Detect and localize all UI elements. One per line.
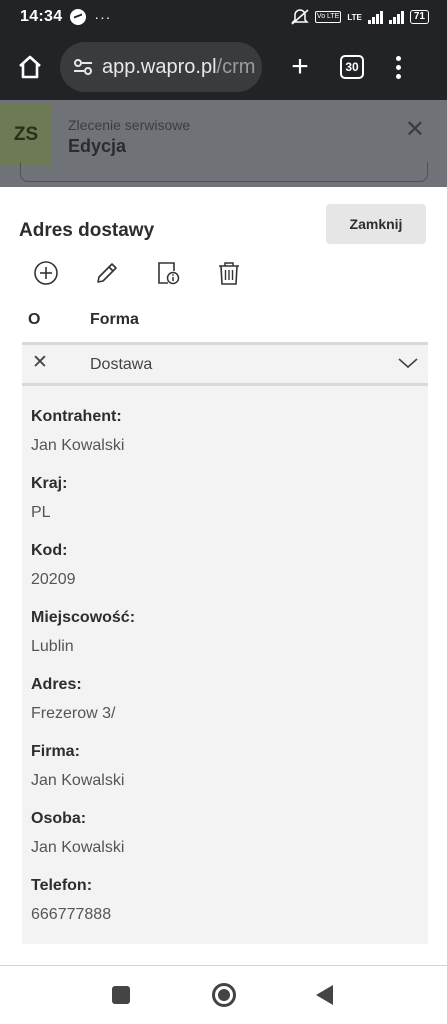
- delete-button[interactable]: [216, 259, 277, 287]
- signal-icon-2: [388, 10, 404, 24]
- field-label: Osoba:: [31, 810, 87, 827]
- close-button[interactable]: Zamknij: [326, 204, 426, 244]
- signal-icon-1: [367, 10, 383, 24]
- status-time: 14:34: [20, 8, 63, 25]
- status-more-dots: ···: [94, 9, 112, 25]
- row-details-panel: Kontrahent: Jan Kowalski Kraj: PL Kod: 2…: [22, 386, 428, 944]
- battery-icon: 71: [409, 10, 429, 24]
- add-button[interactable]: [33, 259, 94, 287]
- recents-button[interactable]: [112, 986, 130, 1004]
- field-label: Miejscowość:: [31, 609, 136, 626]
- background-field: [20, 162, 428, 182]
- field-label: Adres:: [31, 676, 82, 693]
- url-text: app.wapro.pl/crm: [102, 56, 255, 79]
- lte-label: LTE: [347, 12, 362, 22]
- details-button[interactable]: [155, 259, 216, 287]
- page-subtitle: Zlecenie serwisowe: [68, 117, 191, 133]
- field-telefon: Telefon: 666777888: [31, 877, 111, 924]
- avatar: ZS: [0, 104, 52, 166]
- field-label: Telefon:: [31, 877, 93, 894]
- home-button[interactable]: [10, 47, 50, 87]
- new-tab-button[interactable]: +: [282, 49, 318, 85]
- more-vert-icon[interactable]: [396, 55, 401, 79]
- volte-icon: Vo LTE: [314, 11, 342, 23]
- pencil-icon: [97, 263, 117, 283]
- field-value: Lublin: [31, 638, 74, 655]
- system-nav-bar: [0, 966, 447, 1024]
- remove-row-icon[interactable]: ✕: [32, 353, 48, 373]
- toolbar: [33, 259, 277, 287]
- table-row[interactable]: ✕ Dostawa: [22, 342, 428, 386]
- field-label: Kraj:: [31, 475, 68, 492]
- field-firma: Firma: Jan Kowalski: [31, 743, 124, 790]
- document-info-icon: [158, 262, 180, 285]
- dialog-title: Adres dostawy: [19, 220, 155, 241]
- chevron-down-icon[interactable]: [398, 356, 418, 370]
- field-label: Kod:: [31, 542, 68, 559]
- field-value: PL: [31, 504, 51, 521]
- field-kod: Kod: 20209: [31, 542, 76, 589]
- page-title: Edycja: [68, 136, 127, 156]
- field-value: 20209: [31, 571, 76, 588]
- column-header-forma[interactable]: Forma: [90, 311, 139, 329]
- field-kontrahent: Kontrahent: Jan Kowalski: [31, 408, 124, 455]
- browser-toolbar: app.wapro.pl/crm + 30: [0, 34, 447, 100]
- add-circle-icon: [34, 261, 58, 285]
- edit-button[interactable]: [94, 259, 155, 287]
- delivery-address-dialog: Adres dostawy Zamknij O Forma ✕ Dostawa …: [0, 187, 447, 965]
- url-domain: app.wapro.pl: [102, 55, 217, 78]
- field-label: Kontrahent:: [31, 408, 122, 425]
- row-forma-value: Dostawa: [90, 356, 153, 373]
- field-osoba: Osoba: Jan Kowalski: [31, 810, 124, 857]
- status-bar: 14:34 ··· Vo LTE LTE 71: [0, 0, 447, 34]
- page-header-overlay: ZS Zlecenie serwisowe Edycja ✕: [0, 100, 447, 187]
- field-value: Jan Kowalski: [31, 839, 125, 856]
- field-kraj: Kraj: PL: [31, 475, 67, 522]
- url-path: /crm: [216, 55, 256, 78]
- back-button[interactable]: [316, 985, 333, 1005]
- mute-icon: [291, 9, 309, 25]
- field-value: 666777888: [31, 906, 112, 923]
- field-value: Jan Kowalski: [31, 772, 125, 789]
- close-icon[interactable]: ✕: [405, 118, 425, 142]
- field-adres: Adres: Frezerow 3/: [31, 676, 115, 723]
- address-bar[interactable]: app.wapro.pl/crm: [60, 42, 262, 92]
- site-settings-icon[interactable]: [72, 56, 94, 78]
- messenger-icon: [70, 9, 87, 25]
- field-label: Firma:: [31, 743, 80, 760]
- field-miejscowosc: Miejscowość: Lublin: [31, 609, 135, 656]
- field-value: Frezerow 3/: [31, 705, 116, 722]
- home-nav-button[interactable]: [212, 983, 236, 1007]
- tab-switcher-button[interactable]: 30: [340, 55, 364, 79]
- field-value: Jan Kowalski: [31, 437, 125, 454]
- column-header-o[interactable]: O: [28, 311, 40, 329]
- home-icon: [19, 55, 41, 79]
- trash-icon: [219, 262, 239, 285]
